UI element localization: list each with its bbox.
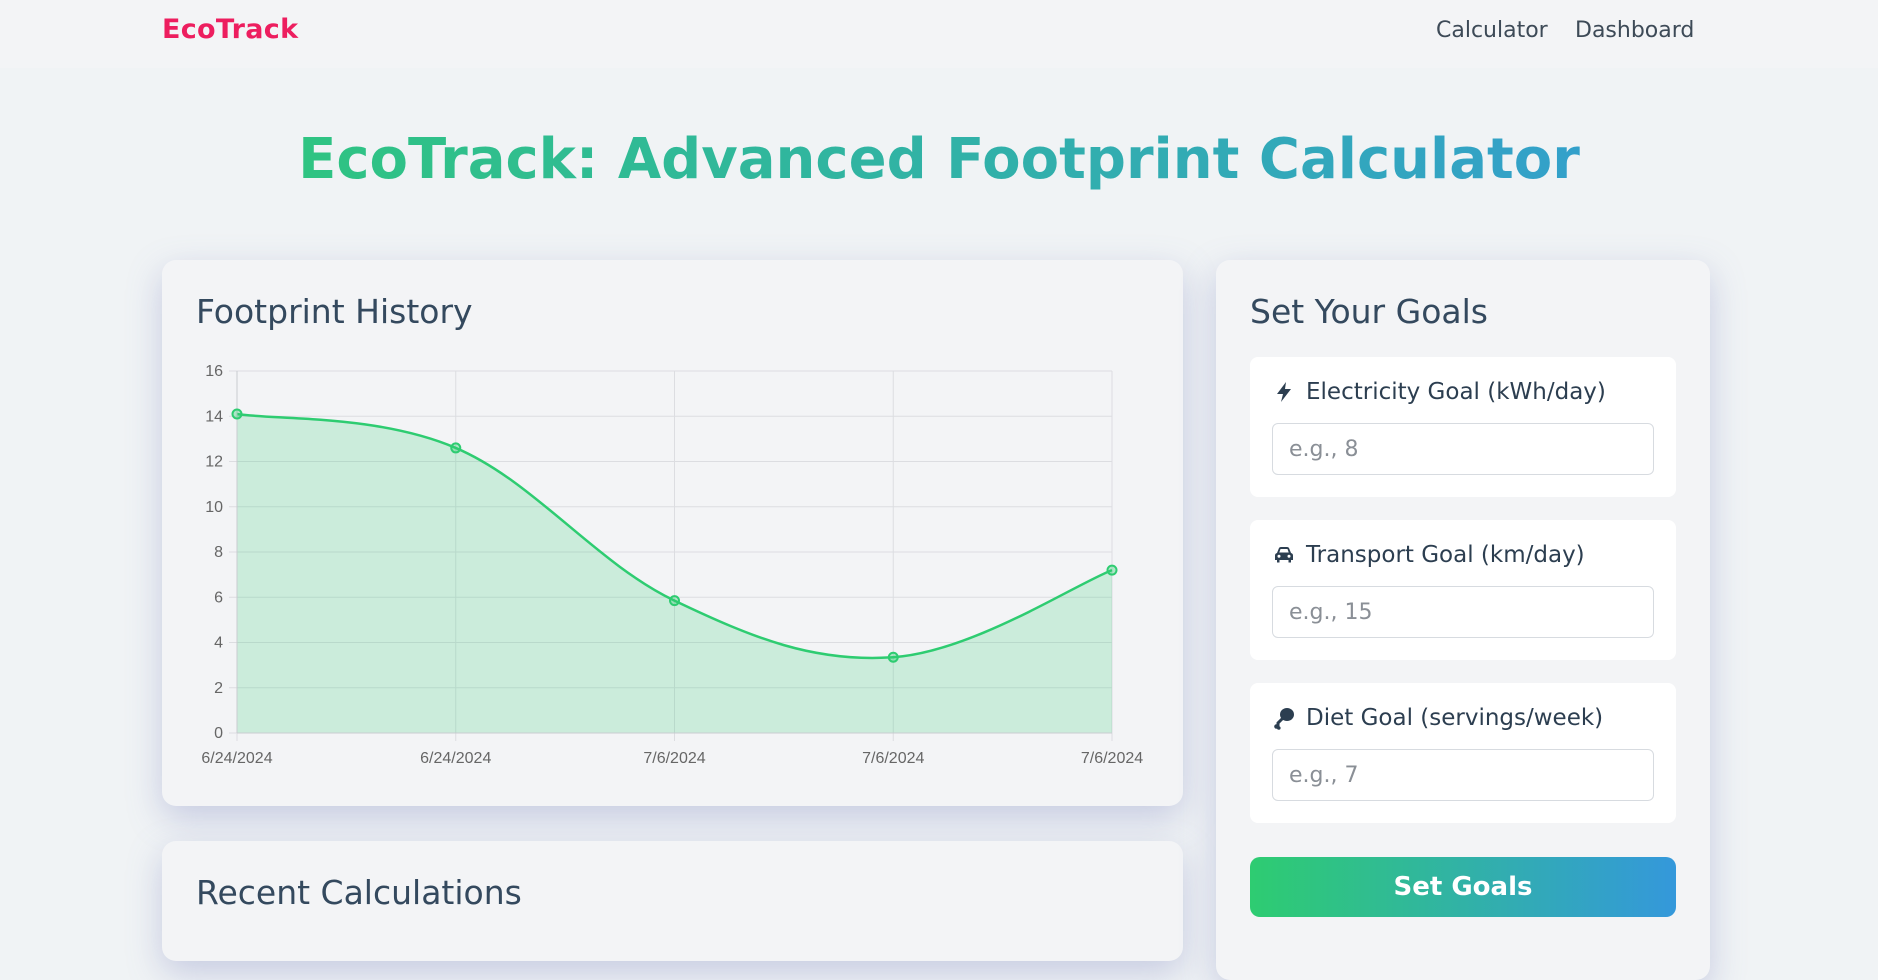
page-title: EcoTrack: Advanced Footprint Calculator xyxy=(0,122,1878,198)
chart-y-tick-label: 0 xyxy=(214,725,223,742)
car-icon xyxy=(1272,543,1296,567)
transport-goal-label: Transport Goal (km/day) xyxy=(1272,542,1585,568)
chart-y-tick-label: 10 xyxy=(205,499,223,516)
set-goals-button[interactable]: Set Goals xyxy=(1250,857,1676,917)
bolt-icon xyxy=(1272,380,1296,404)
chart-y-tick-label: 4 xyxy=(214,635,223,652)
electricity-goal-group: Electricity Goal (kWh/day) xyxy=(1250,357,1676,497)
navbar: EcoTrack Calculator Dashboard xyxy=(0,0,1878,68)
diet-goal-label-text: Diet Goal (servings/week) xyxy=(1306,705,1604,731)
chart-data-point xyxy=(450,442,462,454)
set-goals-card: Set Your Goals Electricity Goal (kWh/day… xyxy=(1216,260,1710,980)
diet-goal-group: Diet Goal (servings/week) xyxy=(1250,683,1676,823)
chart-y-tick-label: 6 xyxy=(214,589,223,606)
set-goals-title: Set Your Goals xyxy=(1250,292,1488,331)
electricity-goal-label: Electricity Goal (kWh/day) xyxy=(1272,379,1606,405)
chart-x-tick-label: 6/24/2024 xyxy=(201,750,272,767)
electricity-goal-label-text: Electricity Goal (kWh/day) xyxy=(1306,379,1606,405)
transport-goal-label-text: Transport Goal (km/day) xyxy=(1306,542,1585,568)
transport-goal-group: Transport Goal (km/day) xyxy=(1250,520,1676,660)
chart-y-tick-label: 8 xyxy=(214,544,223,561)
drumstick-icon xyxy=(1272,706,1296,730)
chart-y-tick-label: 12 xyxy=(205,454,223,471)
footprint-history-chart: 0 2 4 6 8 10 12 14 16 6/24/2024 6/24/2024 7/6/2024 7… xyxy=(201,363,1143,767)
chart-data-point xyxy=(887,651,899,663)
chart-data-point xyxy=(1106,564,1118,576)
transport-goal-input[interactable] xyxy=(1272,586,1654,638)
chart-y-tick-label: 14 xyxy=(205,408,223,425)
chart-data-point xyxy=(231,408,243,420)
chart-x-tick-label: 7/6/2024 xyxy=(643,750,705,767)
diet-goal-input[interactable] xyxy=(1272,749,1654,801)
electricity-goal-input[interactable] xyxy=(1272,423,1654,475)
chart-x-tick-label: 7/6/2024 xyxy=(1081,750,1143,767)
brand-logo[interactable]: EcoTrack xyxy=(162,14,298,45)
chart-y-tick-label: 2 xyxy=(214,680,223,697)
nav-link-dashboard[interactable]: Dashboard xyxy=(1575,18,1694,43)
chart-data-point xyxy=(669,595,680,607)
chart-x-tick-label: 6/24/2024 xyxy=(420,750,491,767)
nav-link-calculator[interactable]: Calculator xyxy=(1436,18,1548,43)
chart-x-tick-label: 7/6/2024 xyxy=(862,750,924,767)
recent-calculations-card: Recent Calculations xyxy=(162,841,1183,961)
chart-y-tick-label: 16 xyxy=(205,363,223,380)
recent-calculations-title: Recent Calculations xyxy=(196,873,522,912)
diet-goal-label: Diet Goal (servings/week) xyxy=(1272,705,1603,731)
footprint-history-card: Footprint History 0 2 4 6 8 10 12 14 16 6/24/2024… xyxy=(162,260,1183,806)
